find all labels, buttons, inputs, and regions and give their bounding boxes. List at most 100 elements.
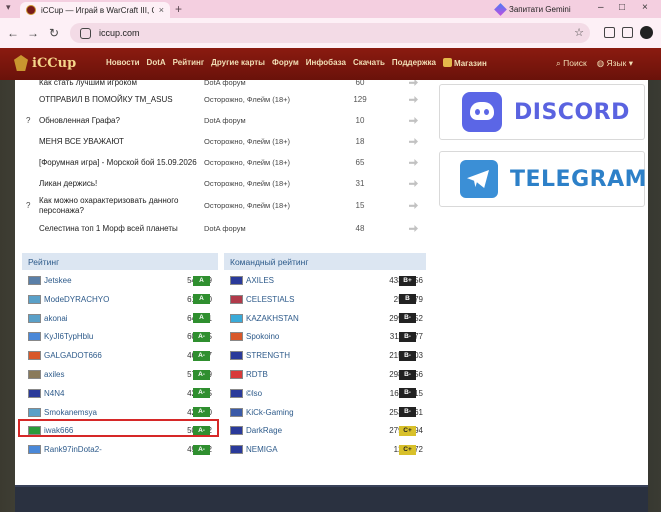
team-name[interactable]: AXILES — [246, 276, 274, 285]
player-row[interactable]: axiles57 - 49A- — [25, 365, 213, 384]
tab-close-icon[interactable]: × — [159, 5, 164, 15]
team-row[interactable]: RDTB298 - 156B- — [227, 365, 423, 384]
forum-section-name[interactable]: DotA форум — [204, 224, 246, 233]
profile-avatar-icon[interactable] — [640, 26, 653, 39]
forum-section-name[interactable]: DotA форум — [204, 116, 246, 125]
team-name[interactable]: RDTB — [246, 370, 268, 379]
extensions-icon[interactable] — [604, 27, 615, 38]
forum-topic-title[interactable]: Селестина топ 1 Морф всей планеты — [39, 224, 204, 234]
go-to-last-post-icon[interactable] — [409, 159, 418, 166]
nav-support[interactable]: Поддержка — [392, 58, 436, 68]
forum-section-name[interactable]: Осторожно, Флейм (18+) — [204, 179, 290, 188]
nav-other-maps[interactable]: Другие карты — [211, 58, 265, 68]
go-to-last-post-icon[interactable] — [409, 202, 418, 209]
player-name[interactable]: KyJI6TypHblu — [44, 332, 93, 341]
nav-shop[interactable]: Магазин — [442, 58, 487, 68]
site-info-icon[interactable] — [80, 27, 91, 39]
team-name[interactable]: CELESTIALS — [246, 295, 294, 304]
team-row[interactable]: DarkRage279 - 194C+ — [227, 421, 423, 440]
new-tab-button[interactable]: + — [175, 2, 182, 16]
player-name[interactable]: GALGADOT666 — [44, 351, 102, 360]
discord-eye-icon — [475, 109, 480, 115]
team-row[interactable]: NEMIGA123 - 72C+ — [227, 440, 423, 459]
forum-topic-row[interactable]: Ликан держись! Осторожно, Флейм (18+) 31 — [15, 173, 433, 194]
go-to-last-post-icon[interactable] — [409, 79, 418, 86]
forum-topic-row[interactable]: [Форумная игра] - Морской бой 15.09.2026… — [15, 152, 433, 173]
forum-topic-title[interactable]: Ликан держись! — [39, 179, 204, 189]
nav-rating[interactable]: Рейтинг — [173, 58, 205, 68]
forum-topic-row[interactable]: Селестина топ 1 Морф всей планеты DotA фо… — [15, 218, 433, 239]
team-name[interactable]: STRENGTH — [246, 351, 290, 360]
forum-topic-title[interactable]: [Форумная игра] - Морской бой 15.09.2026 — [39, 158, 204, 168]
team-row[interactable]: ©lso169 - 115B- — [227, 384, 423, 403]
player-row[interactable]: KyJI6TypHblu60 - 35A- — [25, 327, 213, 346]
nav-news[interactable]: Новости — [106, 58, 140, 68]
team-row[interactable]: STRENGTH215 - 103B- — [227, 346, 423, 365]
nav-right: ⌕ Поиск ◍ Язык ▾ — [556, 58, 633, 69]
player-row[interactable]: Jetskee54 - 39A — [25, 271, 213, 290]
team-row[interactable]: Spokoino311 - 177B- — [227, 327, 423, 346]
back-icon[interactable]: ← — [6, 26, 20, 40]
forum-section-name[interactable]: Осторожно, Флейм (18+) — [204, 95, 290, 104]
close-window-button[interactable]: × — [642, 2, 648, 13]
team-row[interactable]: KAZAKHSTAN299 - 152B- — [227, 309, 423, 328]
forum-section-name[interactable]: Осторожно, Флейм (18+) — [204, 158, 290, 167]
forward-icon[interactable]: → — [26, 26, 40, 40]
language-selector[interactable]: ◍ Язык ▾ — [597, 58, 633, 69]
discord-card[interactable]: DISCORD — [439, 84, 645, 140]
team-row[interactable]: KiCk-Gaming253 - 161B- — [227, 403, 423, 422]
maximize-button[interactable]: □ — [619, 2, 625, 13]
go-to-last-post-icon[interactable] — [409, 138, 418, 145]
player-name[interactable]: Rank97inDota2- — [44, 445, 102, 454]
player-name[interactable]: N4N4 — [44, 389, 64, 398]
team-name[interactable]: KAZAKHSTAN — [246, 314, 299, 323]
team-row[interactable]: CELESTIALS252 - 79B — [227, 290, 423, 309]
forum-topic-row[interactable]: ? Обновленная Графа? DotA форум 10 — [15, 110, 433, 131]
tab-list-icon[interactable]: ▾ — [6, 2, 11, 13]
telegram-card[interactable]: TELEGRAM — [439, 151, 647, 207]
team-row[interactable]: AXILES433 - 256B+ — [227, 271, 423, 290]
player-row[interactable]: Rank97inDota2-49 - 22A- — [25, 440, 213, 459]
search-link[interactable]: ⌕ Поиск — [556, 58, 587, 69]
go-to-last-post-icon[interactable] — [409, 117, 418, 124]
team-name[interactable]: ©lso — [246, 389, 262, 398]
team-name[interactable]: Spokoino — [246, 332, 279, 341]
forum-topic-row[interactable]: МЕНЯ ВСЕ УВАЖАЮТ Осторожно, Флейм (18+) 18 — [15, 131, 433, 152]
bookmark-star-icon[interactable]: ☆ — [574, 26, 584, 39]
go-to-last-post-icon[interactable] — [409, 225, 418, 232]
player-name[interactable]: ModeDYRACHYO — [44, 295, 109, 304]
minimize-button[interactable]: – — [598, 2, 604, 13]
player-name[interactable]: Jetskee — [44, 276, 72, 285]
go-to-last-post-icon[interactable] — [409, 180, 418, 187]
player-name[interactable]: Smokanemsya — [44, 408, 97, 417]
go-to-last-post-icon[interactable] — [409, 96, 418, 103]
nav-download[interactable]: Скачать — [353, 58, 385, 68]
forum-topic-row[interactable]: ОТПРАВИЛ В ПОМОЙКУ TM_ASUS Осторожно, Фле… — [15, 89, 433, 110]
team-name[interactable]: KiCk-Gaming — [246, 408, 294, 417]
forum-section-name[interactable]: Осторожно, Флейм (18+) — [204, 201, 290, 210]
side-panel-icon[interactable] — [622, 27, 633, 38]
nav-forum[interactable]: Форум — [272, 58, 299, 68]
forum-topic-title[interactable]: Как можно охарактеризовать данного персо… — [39, 196, 204, 216]
forum-topic-title[interactable]: МЕНЯ ВСЕ УВАЖАЮТ — [39, 137, 204, 147]
address-bar[interactable]: iccup.com ☆ — [70, 23, 590, 43]
flag-icon — [230, 313, 243, 323]
nav-infobase[interactable]: Инфобаза — [306, 58, 346, 68]
player-row[interactable]: akonai64 - 31A — [25, 309, 213, 328]
forum-topic-title[interactable]: ОТПРАВИЛ В ПОМОЙКУ TM_ASUS — [39, 95, 204, 105]
nav-dota[interactable]: DotA — [147, 58, 166, 68]
player-name[interactable]: akonai — [44, 314, 68, 323]
team-name[interactable]: DarkRage — [246, 426, 282, 435]
forum-topic-title[interactable]: Обновленная Графа? — [39, 116, 204, 126]
forum-topic-row[interactable]: ? Как можно охарактеризовать данного перс… — [15, 195, 433, 216]
site-logo[interactable]: iCCup — [14, 55, 76, 71]
gemini-button[interactable]: Запитати Gemini — [494, 2, 571, 16]
player-row[interactable]: ModeDYRACHYO61 - 40A — [25, 290, 213, 309]
forum-section-name[interactable]: Осторожно, Флейм (18+) — [204, 137, 290, 146]
team-name[interactable]: NEMIGA — [246, 445, 278, 454]
player-row[interactable]: GALGADOT66646 - 27A- — [25, 346, 213, 365]
reload-icon[interactable]: ↻ — [47, 26, 61, 40]
player-name[interactable]: axiles — [44, 370, 64, 379]
player-row[interactable]: N4N442 - 25A- — [25, 384, 213, 403]
browser-tab[interactable]: iCCup — Играй в WarCraft III, C × — [20, 2, 170, 18]
